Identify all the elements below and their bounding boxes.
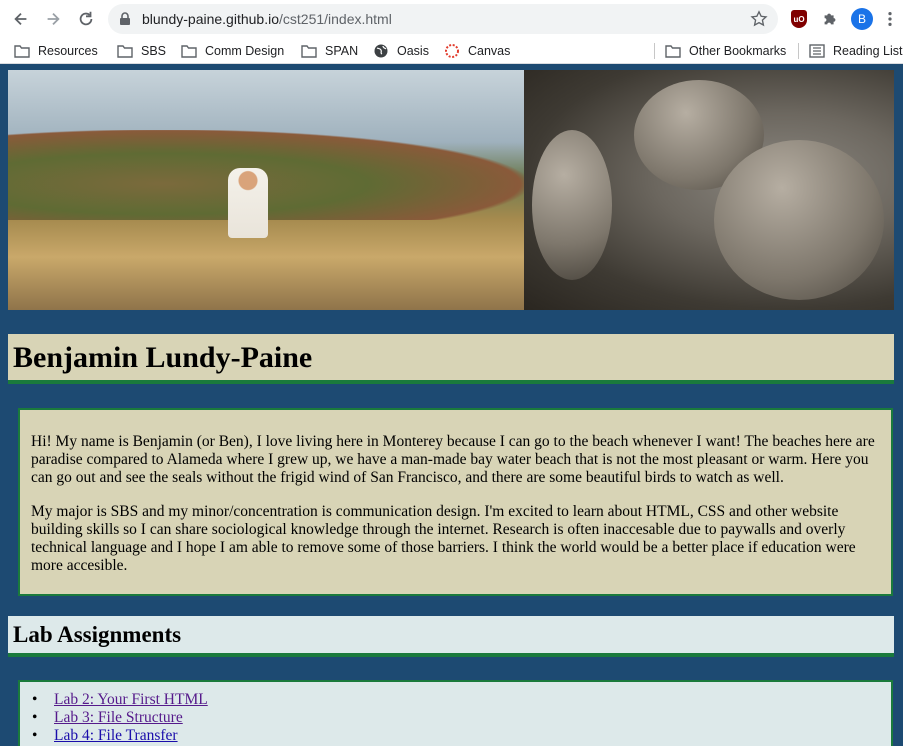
url-host: blundy-paine.github.io <box>142 11 279 27</box>
bookmark-label: Oasis <box>397 44 429 58</box>
bookmark-label: Resources <box>38 44 98 58</box>
list-item: Lab 4: File Transfer <box>32 727 208 745</box>
lab-list-section: Lab 2: Your First HTML Lab 3: File Struc… <box>18 680 893 746</box>
bookmark-label: Comm Design <box>205 44 285 58</box>
lab-2-link[interactable]: Lab 2: Your First HTML <box>54 691 208 708</box>
lock-icon <box>120 12 130 25</box>
web-page: Benjamin Lundy-Paine Hi! My name is Benj… <box>0 65 903 746</box>
bookmark-label: SPAN <box>325 44 359 58</box>
address-bar[interactable]: blundy-paine.github.io/cst251/index.html <box>108 4 778 34</box>
browser-toolbar: blundy-paine.github.io/cst251/index.html… <box>0 0 903 38</box>
bookmark-span[interactable]: SPAN <box>301 42 358 60</box>
other-bookmarks-label: Other Bookmarks <box>689 44 787 58</box>
globe-icon <box>374 44 388 58</box>
header-banner <box>8 70 894 310</box>
bookmark-label: SBS <box>141 44 167 58</box>
reload-button[interactable] <box>75 8 97 30</box>
bookmarks-bar: Resources SBS Comm Design SPAN Oasis Can… <box>0 38 903 64</box>
folder-icon <box>181 45 197 58</box>
lab-assignments-header: Lab Assignments <box>8 616 894 657</box>
folder-icon <box>14 45 30 58</box>
lab-assignments-title: Lab Assignments <box>13 622 182 647</box>
bookmark-oasis[interactable]: Oasis <box>373 42 429 60</box>
beach-photo <box>8 70 524 310</box>
forward-arrow-icon <box>47 12 60 26</box>
ublock-extension-button[interactable]: uO <box>789 9 809 29</box>
url-path: /cst251/index.html <box>279 11 392 27</box>
bookmarks-divider <box>798 43 799 59</box>
bio-section: Hi! My name is Benjamin (or Ben), I love… <box>18 408 893 596</box>
forward-button[interactable] <box>42 8 64 30</box>
bookmark-label: Canvas <box>468 44 511 58</box>
folder-icon <box>117 45 133 58</box>
lab-list: Lab 2: Your First HTML Lab 3: File Struc… <box>32 691 208 745</box>
list-item: Lab 2: Your First HTML <box>32 691 208 709</box>
folder-icon <box>665 45 681 58</box>
name-header: Benjamin Lundy-Paine <box>8 334 894 384</box>
page-title: Benjamin Lundy-Paine <box>13 341 313 374</box>
lab-3-link[interactable]: Lab 3: File Structure <box>54 709 183 726</box>
reading-list-icon <box>809 44 825 58</box>
bookmark-star-icon[interactable] <box>750 10 768 28</box>
reload-icon <box>79 11 93 26</box>
extensions-button[interactable] <box>820 9 840 29</box>
url-text: blundy-paine.github.io/cst251/index.html <box>142 11 392 27</box>
reading-list[interactable]: Reading List <box>809 42 903 60</box>
kebab-menu-icon <box>888 11 892 27</box>
reading-list-label: Reading List <box>833 44 903 58</box>
puzzle-icon <box>824 13 836 25</box>
browser-menu-button[interactable] <box>880 9 900 29</box>
ublock-shield-icon: uO <box>791 10 807 28</box>
seal-shape <box>532 130 612 280</box>
other-bookmarks[interactable]: Other Bookmarks <box>665 42 786 60</box>
list-item: Lab 3: File Structure <box>32 709 208 727</box>
bookmark-sbs[interactable]: SBS <box>117 42 166 60</box>
bookmarks-divider <box>654 43 655 59</box>
back-arrow-icon <box>14 12 27 26</box>
folder-icon <box>301 45 317 58</box>
canvas-icon <box>445 44 459 58</box>
lab-4-link[interactable]: Lab 4: File Transfer <box>54 727 178 744</box>
seal-shape <box>714 140 884 300</box>
profile-avatar[interactable]: B <box>851 8 873 30</box>
bio-paragraph-1: Hi! My name is Benjamin (or Ben), I love… <box>31 433 875 486</box>
bookmark-comm-design[interactable]: Comm Design <box>181 42 284 60</box>
bookmark-canvas[interactable]: Canvas <box>444 42 510 60</box>
photo-person <box>228 168 268 238</box>
bio-paragraph-2: My major is SBS and my minor/concentrati… <box>31 503 856 574</box>
back-button[interactable] <box>10 8 32 30</box>
seals-photo <box>524 70 894 310</box>
bookmark-resources[interactable]: Resources <box>14 42 98 60</box>
